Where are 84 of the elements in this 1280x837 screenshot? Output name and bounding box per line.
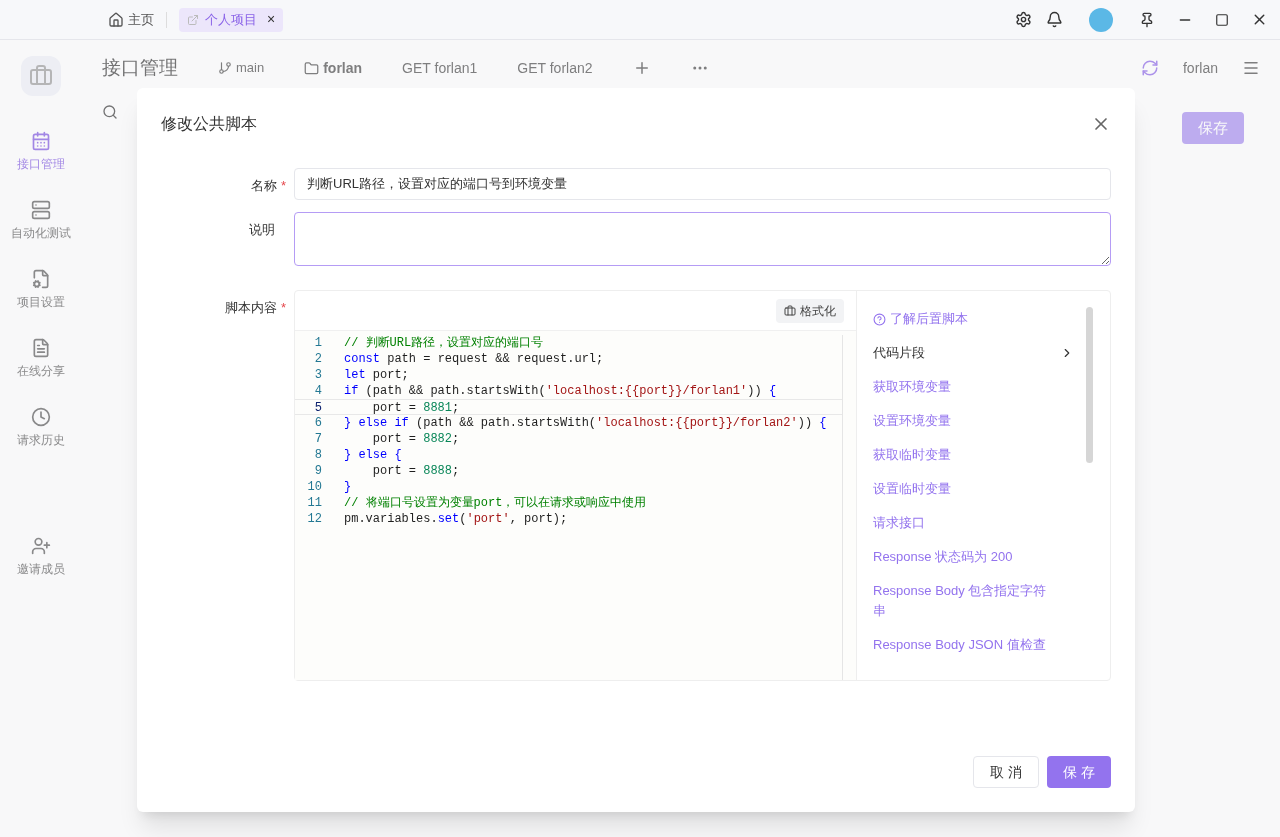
line-number: 6: [313, 415, 322, 431]
search-icon[interactable]: [102, 104, 118, 120]
pin-icon[interactable]: [1139, 11, 1155, 28]
required-mark: *: [280, 299, 286, 317]
line-number: 8: [313, 447, 322, 463]
dialog-title: 修改公共脚本: [161, 114, 257, 134]
line-number: 12: [306, 511, 322, 527]
cancel-button[interactable]: 取 消: [973, 756, 1040, 788]
snippet-link[interactable]: Response Body JSON 值检查: [873, 635, 1058, 655]
snippet-link[interactable]: 获取环境变量: [873, 377, 1058, 397]
field-label: 说明: [249, 221, 275, 239]
line-number: 7: [313, 431, 322, 447]
snippets-heading[interactable]: 代码片段: [873, 343, 1086, 363]
name-field[interactable]: 判断URL路径，设置对应的端口号到环境变量: [294, 168, 1111, 200]
code-line: if (path && path.startsWith('localhost:{{port}}/forlan1')) {: [344, 383, 777, 399]
code-line: } else {: [344, 447, 402, 463]
nav-item[interactable]: 自动化测试: [11, 200, 71, 242]
code-line: // 将端口号设置为变量port，可以在请求或响应中使用: [344, 495, 647, 511]
nav-item[interactable]: 在线分享: [17, 338, 65, 380]
line-number: 5: [313, 400, 322, 414]
nav-item[interactable]: 项目设置: [17, 269, 65, 311]
settings-icon[interactable]: [1015, 11, 1032, 28]
nav-item[interactable]: 请求历史: [17, 407, 65, 449]
line-number: 4: [313, 383, 322, 399]
nav-item[interactable]: 邀请成员: [17, 536, 65, 578]
scrollbar-thumb[interactable]: [1086, 307, 1093, 463]
notification-icon[interactable]: [1046, 11, 1063, 28]
code-editor[interactable]: [295, 331, 856, 680]
code-line: } else if (path && path.startsWith('localhost:{{port}}/forlan2')) {: [344, 415, 827, 431]
sync-icon[interactable]: [1140, 59, 1159, 77]
home-icon: [108, 11, 124, 28]
line-number: 10: [306, 479, 322, 495]
nav-icon: [31, 407, 51, 427]
request-tab[interactable]: GET forlan1: [402, 57, 478, 79]
external-icon: [187, 13, 199, 26]
tab[interactable]: 个人项目 ×: [179, 7, 284, 32]
nav-item[interactable]: 接口管理: [17, 131, 65, 173]
line-number: 11: [306, 495, 322, 511]
code-line: let port;: [344, 367, 409, 383]
snippet-link[interactable]: 设置环境变量: [873, 411, 1058, 431]
nav-icon: [31, 536, 51, 556]
snippet-link[interactable]: 设置临时变量: [873, 479, 1058, 499]
field-label: 脚本内容: [224, 299, 277, 317]
briefcase-icon: [29, 64, 53, 88]
help-link[interactable]: 了解后置脚本: [873, 309, 1086, 329]
code-line: port = 8882;: [371, 431, 460, 447]
snippet-link[interactable]: Response 状态码为 200: [873, 547, 1058, 567]
line-number: 2: [313, 351, 322, 367]
folder-icon: [304, 60, 320, 76]
nav-icon: [31, 200, 51, 220]
code-line: pm.variables.set('port', port);: [344, 511, 568, 527]
code-line: const path = request && request.url;: [344, 351, 604, 367]
tab-close[interactable]: ×: [267, 9, 276, 30]
request-tab[interactable]: forlan: [304, 57, 363, 79]
maximize-icon[interactable]: [1215, 12, 1229, 27]
line-number: 1: [313, 335, 322, 351]
snippet-link[interactable]: 获取临时变量: [873, 445, 1058, 465]
save-button[interactable]: 保存: [1182, 112, 1244, 144]
branch-icon: [218, 61, 232, 75]
line-number: 9: [313, 463, 322, 479]
code-line: port = 8881;: [371, 400, 460, 414]
save-button[interactable]: 保 存: [1047, 756, 1111, 788]
code-line: }: [344, 479, 352, 495]
code-line: // 判断URL路径，设置对应的端口号: [344, 335, 544, 351]
help-icon: [873, 312, 886, 326]
page-title: 接口管理: [102, 55, 178, 80]
format-icon: [784, 304, 796, 317]
user-name[interactable]: forlan: [1182, 57, 1218, 79]
nav-icon: [31, 131, 51, 151]
required-mark: *: [280, 177, 286, 195]
nav-icon: [31, 338, 51, 358]
home-tab[interactable]: 主页: [108, 9, 154, 30]
description-field[interactable]: [294, 212, 1111, 266]
line-number: 3: [313, 367, 322, 383]
code-line: port = 8888;: [371, 463, 460, 479]
field-label: 名称: [250, 177, 277, 195]
tab-label: 个人项目: [205, 10, 257, 29]
menu-icon[interactable]: [1242, 59, 1260, 77]
snippet-link[interactable]: 请求接口: [873, 513, 1058, 533]
nav-icon: [31, 269, 51, 289]
format-button[interactable]: 格式化: [776, 298, 844, 323]
branch-selector[interactable]: main: [218, 58, 265, 78]
request-tab[interactable]: GET forlan2: [517, 57, 593, 79]
snippet-link[interactable]: Response Body 包含指定字符串: [873, 581, 1058, 621]
